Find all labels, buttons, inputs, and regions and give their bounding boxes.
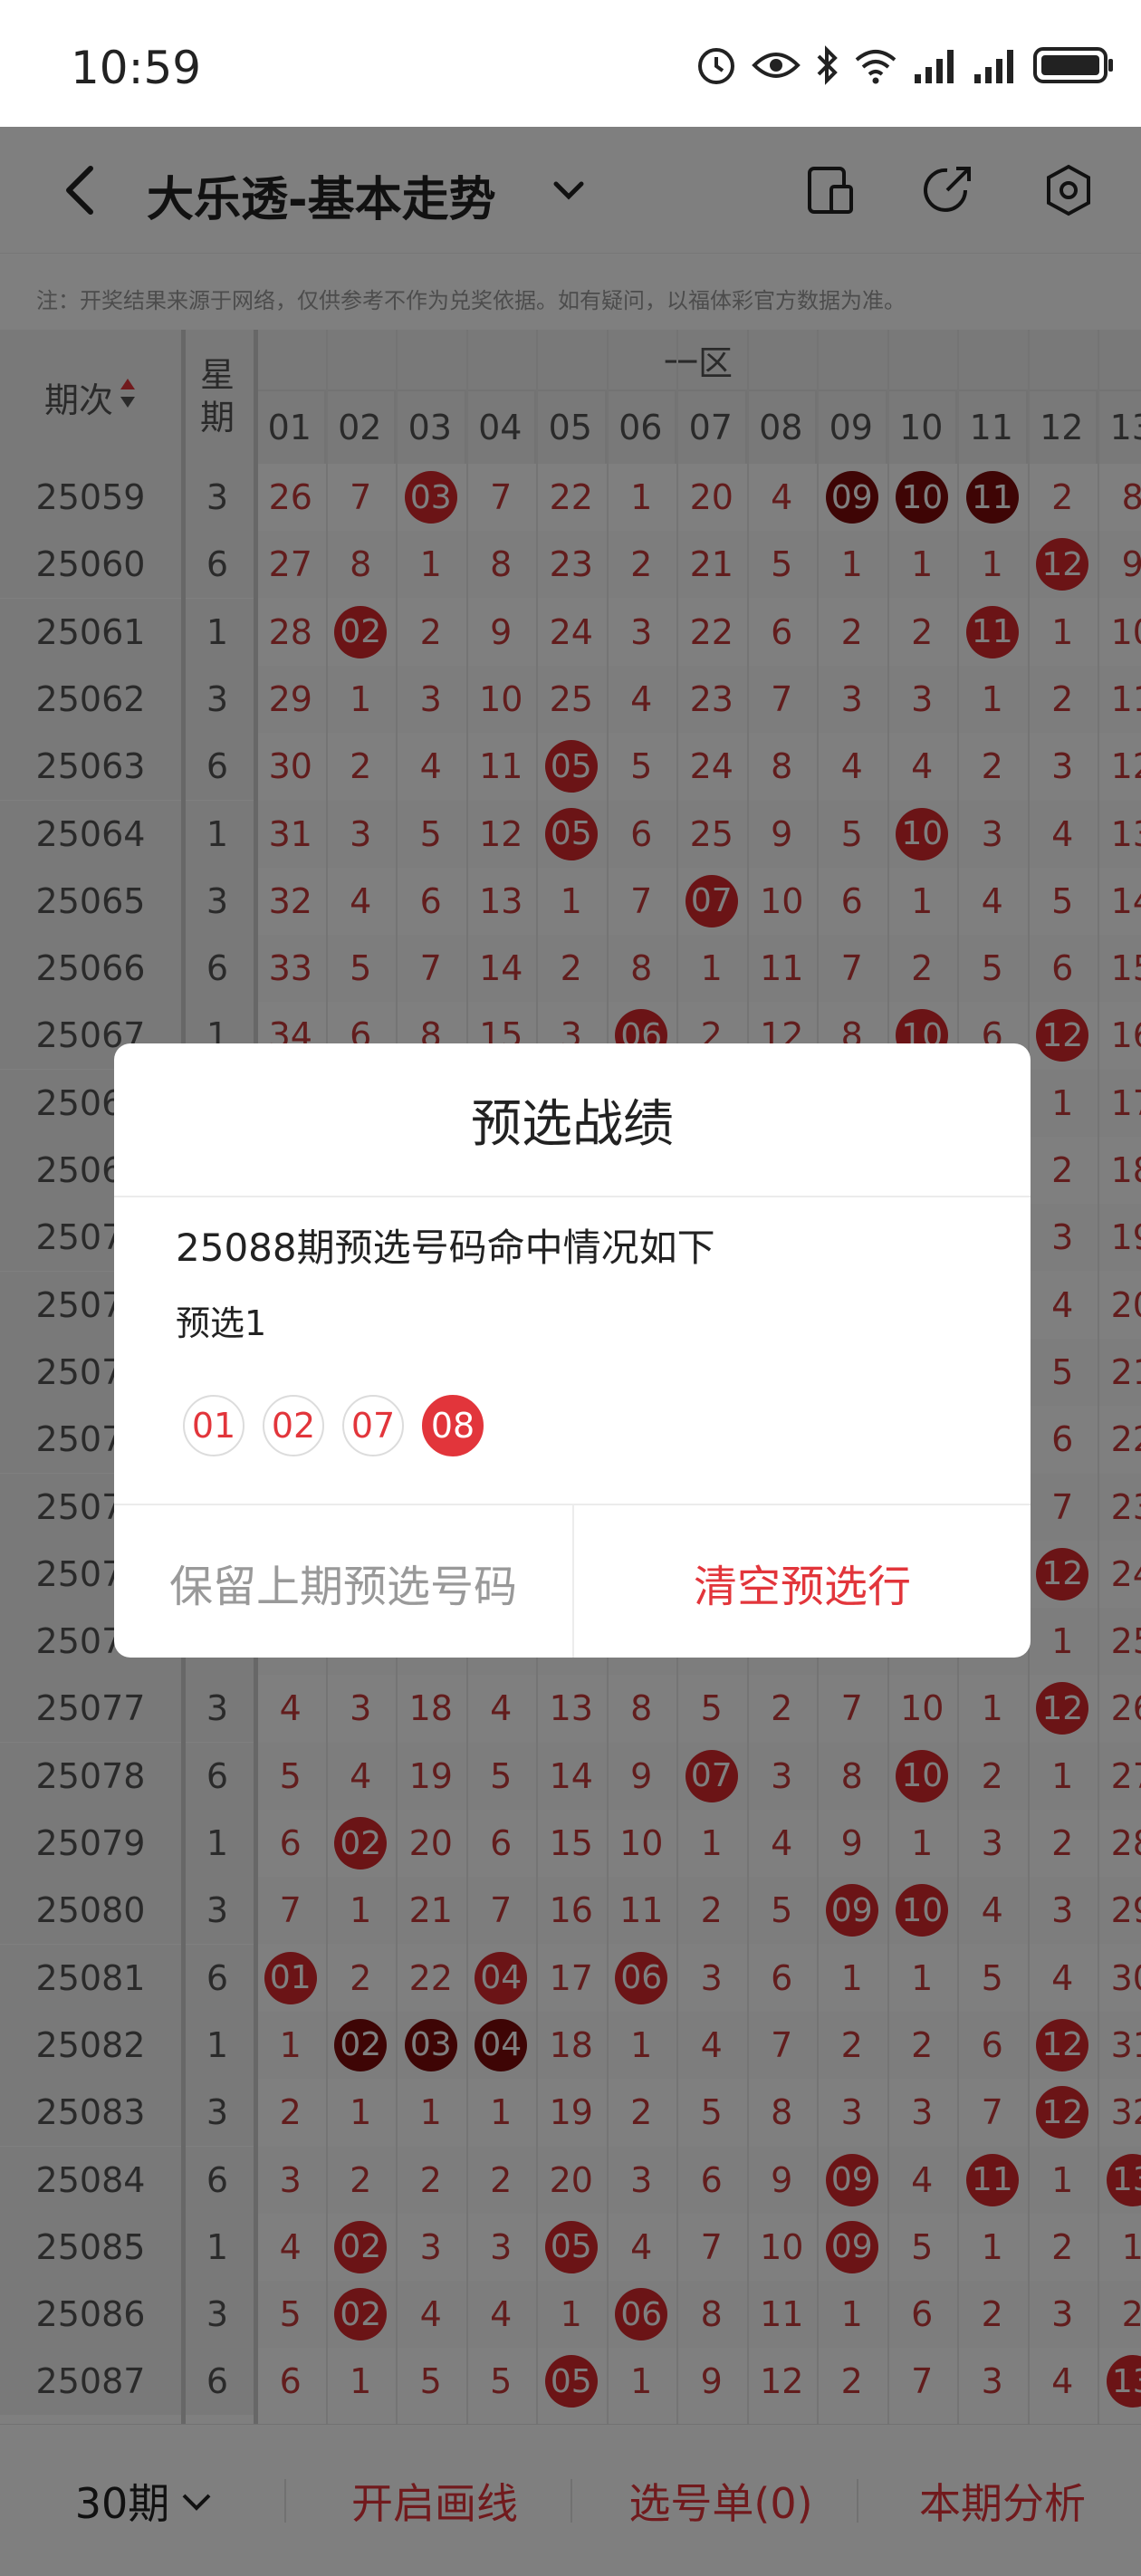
preselect-label: 预选1: [176, 1303, 267, 1343]
keep-last-preselect-button[interactable]: 保留上期预选号码: [114, 1505, 572, 1658]
preselect-ball[interactable]: 01: [183, 1395, 244, 1456]
eye-icon: [752, 43, 801, 87]
preselect-balls: 01 02 07 08: [183, 1395, 484, 1456]
preselect-ball[interactable]: 07: [342, 1395, 404, 1456]
clock: 10:59: [71, 42, 202, 94]
preselect-ball[interactable]: 02: [263, 1395, 324, 1456]
signal-1-icon: [913, 43, 958, 87]
wifi-icon: [853, 43, 898, 87]
battery-icon: [1032, 43, 1116, 87]
dialog-footer: 保留上期预选号码 清空预选行: [114, 1504, 1031, 1658]
clear-preselect-button[interactable]: 清空预选行: [574, 1505, 1031, 1658]
bluetooth-icon: [815, 43, 839, 87]
status-icons: [695, 43, 1116, 87]
preselect-ball[interactable]: 08: [422, 1395, 484, 1456]
preselect-record-dialog: 预选战绩 25088期预选号码命中情况如下 预选1 01 02 07 08 保留上期预…: [114, 1043, 1031, 1658]
dialog-subtitle: 25088期预选号码命中情况如下: [176, 1226, 715, 1270]
alarm-icon: [695, 43, 737, 87]
dialog-title: 预选战绩: [114, 1043, 1031, 1197]
signal-2-icon: [973, 43, 1018, 87]
status-bar: 10:59: [0, 0, 1141, 127]
